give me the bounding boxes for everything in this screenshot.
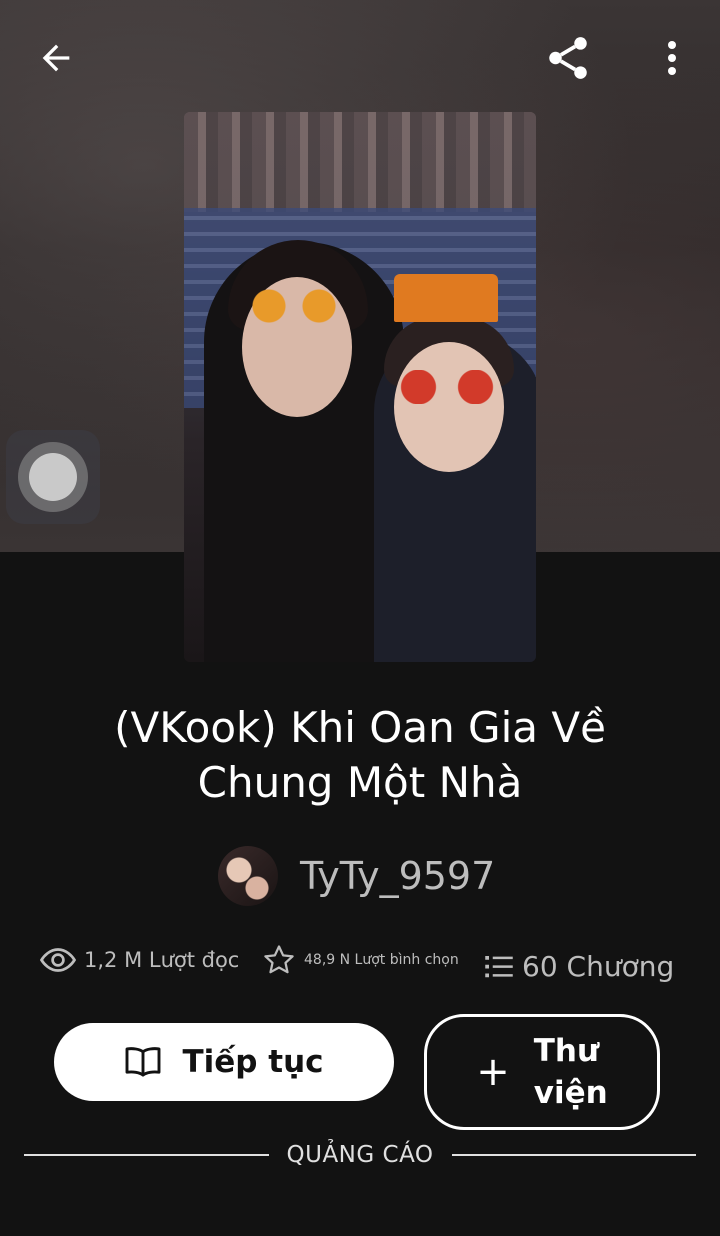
cover-sunglasses-right	[390, 370, 504, 404]
floating-button-ring	[18, 442, 88, 512]
votes-count: 48,9 N Lượt bình chọn	[304, 952, 459, 968]
cover-face-right	[394, 342, 504, 472]
list-icon	[485, 956, 513, 978]
cover-pumpkin-crown	[394, 274, 498, 322]
cover-sunglasses-left	[244, 288, 344, 324]
divider-line-right	[451, 1154, 697, 1156]
library-label: Thư viện	[533, 1033, 608, 1111]
parts-stat[interactable]: 60 Chương	[484, 942, 674, 990]
reads-count: 1,2 M Lượt đọc	[84, 948, 240, 972]
more-vertical-icon	[668, 41, 676, 75]
votes-stat: 48,9 N Lượt bình chọn	[262, 938, 459, 982]
story-stats: 1,2 M Lượt đọc 48,9 N Lượt bình chọn 60 …	[0, 938, 720, 988]
share-button[interactable]	[540, 30, 596, 86]
floating-button-dot	[29, 453, 77, 501]
plus-icon: +	[476, 1049, 510, 1095]
star-icon	[264, 945, 294, 974]
open-book-icon	[126, 1047, 161, 1077]
story-title: (VKook) Khi Oan Gia Về Chung Một Nhà	[114, 703, 606, 807]
author-name[interactable]: TyTy_9597	[300, 854, 495, 898]
arrow-left-icon	[42, 44, 70, 72]
floating-assistive-button[interactable]	[6, 430, 100, 524]
top-app-bar	[0, 0, 720, 112]
eye-icon	[40, 948, 76, 972]
parts-count[interactable]: 60 Chương	[522, 950, 674, 983]
reads-stat: 1,2 M Lượt đọc	[40, 938, 239, 982]
author-avatar[interactable]	[218, 846, 278, 906]
add-to-library-button[interactable]: + Thư viện	[424, 1014, 660, 1130]
story-cover-image	[184, 112, 536, 662]
share-icon	[549, 37, 587, 79]
continue-reading-button[interactable]: Tiếp tục	[54, 1023, 394, 1101]
back-button[interactable]	[30, 32, 82, 84]
continue-label: Tiếp tục	[182, 1044, 324, 1080]
more-options-button[interactable]	[650, 32, 694, 84]
divider-line-left	[24, 1154, 269, 1156]
ad-section-divider: QUẢNG CÁO	[24, 1138, 697, 1172]
author-link[interactable]: TyTy_9597	[218, 846, 495, 906]
ad-label: QUẢNG CÁO	[286, 1142, 434, 1168]
cover-banner-decoration	[184, 112, 536, 212]
